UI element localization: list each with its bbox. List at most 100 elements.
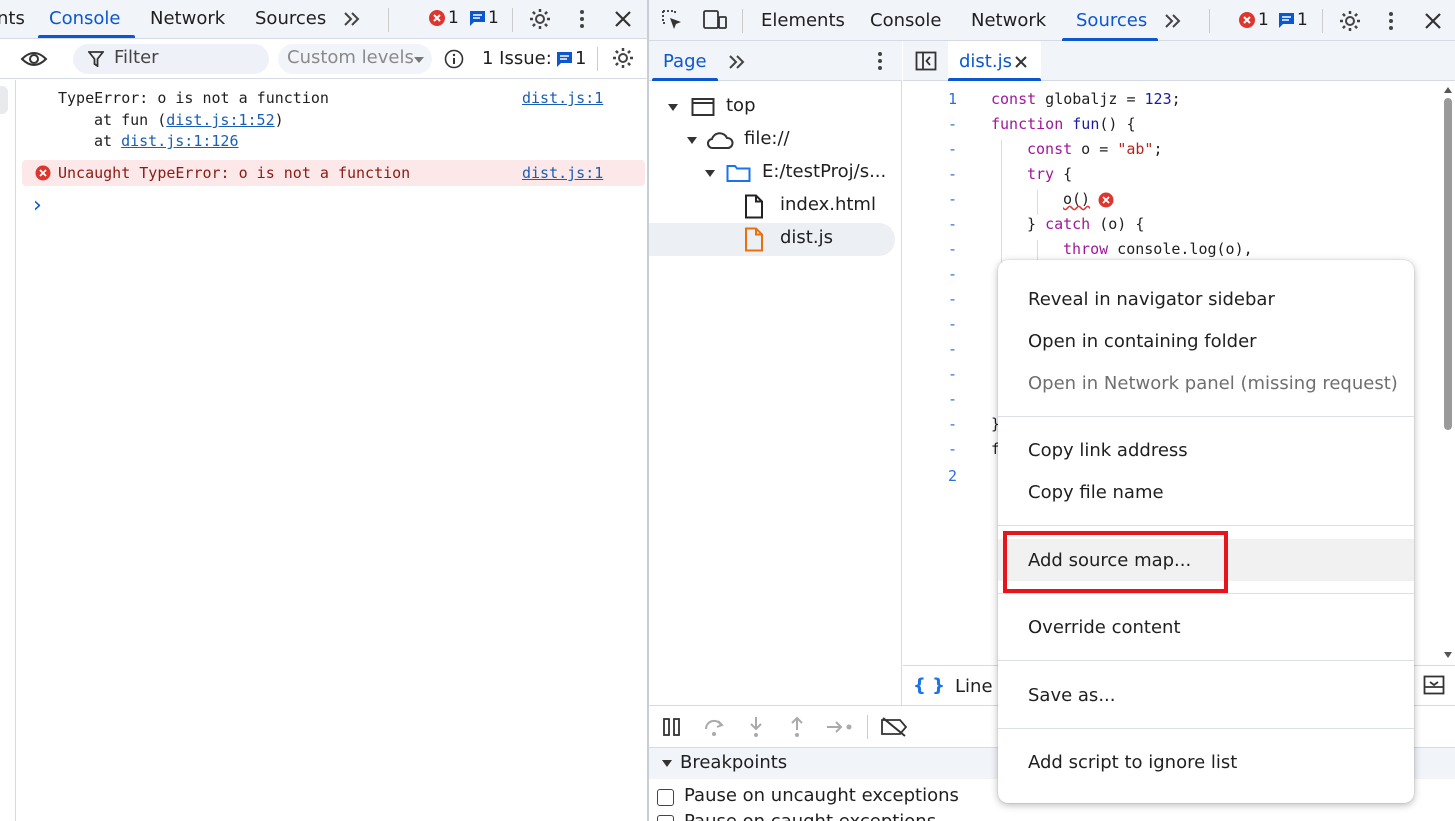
step-out-icon[interactable] [787,716,807,738]
line-number[interactable]: - [907,365,957,383]
line-number[interactable]: - [907,115,957,133]
error-icon[interactable] [1238,11,1256,29]
tab-elements-truncated[interactable]: nts [0,8,25,32]
collapse-arrow-icon [662,760,672,767]
tab-network[interactable]: Network [150,8,225,32]
more-options-icon[interactable] [1383,10,1399,32]
more-options-icon[interactable] [574,8,590,30]
code-line[interactable]: const o = "ab"; [1027,140,1162,158]
console-prompt-icon[interactable]: › [33,193,42,218]
line-number[interactable]: - [907,265,957,283]
settings-gear-icon[interactable] [528,7,552,31]
folder-icon [726,165,751,182]
deactivate-breakpoints-icon[interactable] [880,717,908,737]
menu-item-reveal-in-navigator[interactable]: Reveal in navigator sidebar [1028,289,1275,310]
eye-icon[interactable] [20,48,48,70]
tab-network[interactable]: Network [971,10,1046,34]
tab-sources[interactable]: Sources [255,8,326,32]
line-number[interactable]: - [907,390,957,408]
line-number[interactable]: - [907,290,957,308]
step-icon[interactable] [825,718,855,736]
line-number[interactable]: - [907,340,957,358]
tree-label: dist.js [780,227,833,248]
message-count: 1 [1297,10,1308,30]
tab-sources[interactable]: Sources [1076,10,1147,34]
device-toolbar-icon[interactable] [702,9,728,31]
console-sidebar-gutter [0,80,16,821]
pause-caught-checkbox[interactable] [657,815,674,821]
more-tabs-icon[interactable] [1163,11,1183,31]
code-line[interactable]: function fun() { [991,115,1136,133]
navigator-menu-icon[interactable] [872,50,888,72]
error-message-text: Uncaught TypeError: o is not a function [58,164,411,182]
line-number[interactable]: - [907,165,957,183]
code-line[interactable]: } catch (o) { [1027,215,1144,233]
line-number[interactable]: - [907,215,957,233]
message-source-link[interactable]: dist.js:1 [522,89,603,107]
line-number[interactable]: 1 [907,90,957,108]
line-number[interactable]: - [907,440,957,458]
code-line[interactable]: const globaljz = 123; [991,90,1181,108]
message-text: TypeError: o is not a function [58,89,329,107]
step-over-icon[interactable] [703,717,725,737]
console-settings-gear-icon[interactable] [611,46,635,70]
more-tabs-icon[interactable] [342,9,362,29]
close-icon[interactable] [1423,11,1443,31]
line-number[interactable]: - [907,140,957,158]
console-error-row: Uncaught TypeError: o is not a function … [22,160,645,186]
menu-item-copy-link-address[interactable]: Copy link address [1028,440,1188,461]
tab-elements[interactable]: Elements [761,10,845,34]
sidebar-handle[interactable] [0,86,8,114]
code-function-name: fun [1063,115,1100,133]
menu-item-override-content[interactable]: Override content [1028,617,1181,638]
toggle-drawer-icon[interactable] [1423,675,1445,695]
issues-label[interactable]: 1 Issue: [482,48,552,69]
error-icon[interactable] [428,9,446,27]
code-line[interactable]: o() [1063,190,1090,208]
editor-tab-dist-js[interactable]: dist.js [948,41,1041,81]
pause-icon[interactable] [662,717,682,737]
more-navigator-tabs-icon[interactable] [727,52,747,72]
message-icon[interactable] [469,10,486,27]
toggle-navigator-icon[interactable] [915,51,937,71]
code-keyword: catch [1045,215,1091,233]
code-line[interactable]: try { [1027,165,1072,183]
line-number[interactable]: - [907,415,957,433]
message-count: 1 [488,8,499,28]
message-icon[interactable] [1278,12,1295,29]
line-number[interactable]: - [907,190,957,208]
close-tab-icon[interactable] [1014,55,1028,69]
menu-item-open-containing-folder[interactable]: Open in containing folder [1028,331,1257,352]
line-number[interactable]: 2 [907,467,957,485]
custom-levels-dropdown[interactable]: Custom levels [278,44,432,74]
settings-gear-icon[interactable] [1338,9,1362,33]
editor-scrollbar[interactable] [1441,82,1455,665]
filter-input[interactable]: Filter [73,44,269,74]
line-number[interactable]: - [907,240,957,258]
close-icon[interactable] [613,9,633,29]
code-error-call: o() [1063,190,1091,208]
tab-console[interactable]: Console [870,10,941,34]
menu-item-add-to-ignore-list[interactable]: Add script to ignore list [1028,752,1237,773]
code-line[interactable]: throw console.log(o), [1063,240,1253,258]
inspect-element-icon[interactable] [661,9,683,31]
line-number[interactable]: - [907,315,957,333]
code-keyword: try [1027,165,1055,183]
pretty-print-icon[interactable]: { } [913,675,945,696]
editor-tabs: dist.js [903,41,1455,81]
filter-placeholder: Filter [114,47,159,68]
code-text: () { [1099,115,1136,133]
document-file-icon [745,194,763,219]
pause-uncaught-checkbox[interactable] [657,789,674,806]
stack-link-2[interactable]: dist.js:1:126 [121,132,238,150]
step-into-icon[interactable] [746,716,766,738]
scrollbar-thumb[interactable] [1444,98,1452,430]
error-source-link[interactable]: dist.js:1 [522,164,603,182]
info-icon[interactable] [444,49,464,69]
menu-item-copy-file-name[interactable]: Copy file name [1028,482,1164,503]
inline-error-icon[interactable] [1098,192,1114,208]
tab-console[interactable]: Console [49,8,120,32]
tab-page[interactable]: Page [663,51,707,75]
stack-link-1[interactable]: dist.js:1:52 [166,111,274,129]
menu-item-save-as[interactable]: Save as... [1028,685,1115,706]
